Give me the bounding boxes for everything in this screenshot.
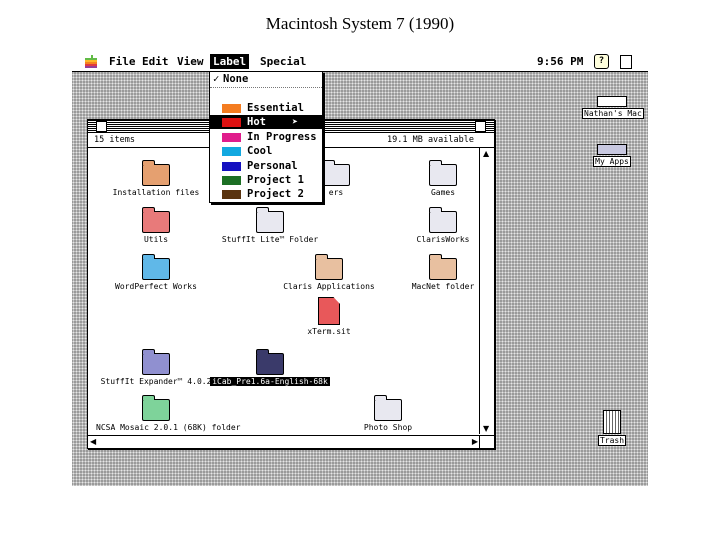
folder-icon [315,254,343,280]
finder-app-icon[interactable] [620,55,632,69]
label-menu-item-personal[interactable]: Personal [210,159,322,173]
desktop-icon-label: Trash [597,435,627,446]
label-menu-item-cool[interactable]: Cool [210,144,322,158]
label-menu-item-project-1[interactable]: Project 1 [210,173,322,187]
label-menu-item-in-progress[interactable]: In Progress [210,130,322,144]
folder-icon [142,160,170,186]
folder-stuffit-expander[interactable]: StuffIt Expander™ 4.0.2 [96,349,216,386]
menu-file[interactable]: File [106,54,139,69]
folder-icon [142,207,170,233]
menu-clock: 9:56 PM [537,55,584,68]
apple-icon[interactable] [85,55,97,68]
desktop-disk-my-apps[interactable]: My Apps [582,144,642,167]
menu-edit[interactable]: Edit [139,54,172,69]
cursor-arrow-icon: ➤ [292,117,299,128]
icon-label: StuffIt Lite™ Folder [221,235,319,244]
folder-icon [322,160,350,186]
icon-label: Photo Shop [363,423,413,432]
help-icon[interactable]: ? [594,54,609,69]
menu-item-label: Personal [247,160,298,172]
label-menu-item-hot[interactable]: Hot ➤ [210,115,322,129]
scroll-right-arrow-icon[interactable]: ▶ [472,437,478,446]
desktop-trash[interactable]: Trash [582,410,642,446]
folder-icon [256,349,284,375]
folder-icon [256,207,284,233]
hard-disk-icon [597,96,627,107]
color-swatch [222,162,241,171]
menu-item-label: None [223,73,249,85]
icon-label: iCab_Pre1.6a-English-68k [210,377,330,386]
folder-installation-files[interactable]: Installation files [96,160,216,197]
icon-label: Installation files [112,188,200,197]
menu-label[interactable]: Label [210,54,250,69]
color-swatch [222,133,241,142]
icon-label: xTerm.sit [307,327,351,336]
icon-label: WordPerfect Works [115,282,197,291]
color-swatch [222,118,241,127]
folder-claris-applications[interactable]: Claris Applications [269,254,389,291]
label-menu-item-project-2[interactable]: Project 2 [210,187,322,201]
trash-icon [603,410,621,434]
close-box[interactable] [96,121,107,132]
folder-icon [429,254,457,280]
folder-utils[interactable]: Utils [96,207,216,244]
icon-label: Claris Applications [283,282,375,291]
icon-label: Utils [143,235,169,244]
folder-stuffit-lite[interactable]: StuffIt Lite™ Folder [210,207,330,244]
color-swatch [222,176,241,185]
horizontal-scrollbar[interactable]: ◀ ▶ [88,435,480,448]
hard-disk-icon [597,144,627,155]
mac-screen: File Edit View Label Special 9:56 PM ? 1… [72,52,648,486]
desktop-icon-label: Nathan's Mac [582,108,644,119]
menu-item-label: Hot [247,116,266,128]
scroll-left-arrow-icon[interactable]: ◀ [90,437,96,446]
label-menu-item-none[interactable]: ✓ None [210,72,322,86]
menu-special[interactable]: Special [257,54,309,69]
checkmark-icon: ✓ [213,73,220,85]
menu-item-label: Essential [247,102,304,114]
folder-ncsa-mosaic[interactable]: NCSA Mosaic 2.0.1 (68K) folder [96,395,241,432]
folder-icab[interactable]: iCab_Pre1.6a-English-68k [210,349,330,386]
file-xterm-sit[interactable]: xTerm.sit [269,297,389,336]
grow-box[interactable] [479,435,494,448]
menu-bar: File Edit View Label Special 9:56 PM ? [72,52,648,72]
page-caption: Macintosh System 7 (1990) [265,14,455,33]
menu-divider [210,87,322,88]
color-swatch [222,147,241,156]
scroll-down-arrow-icon[interactable]: ▼ [483,424,489,433]
folder-icon [142,349,170,375]
scroll-up-arrow-icon[interactable]: ▲ [483,149,489,158]
menu-item-label: Project 1 [247,174,304,186]
folder-icon [142,254,170,280]
desktop-disk-nathans-mac[interactable]: Nathan's Mac [582,96,644,119]
folder-icon [142,395,170,421]
icon-label: NCSA Mosaic 2.0.1 (68K) folder [96,423,241,432]
menu-view[interactable]: View [174,54,207,69]
vertical-scrollbar[interactable]: ▲ ▼ [479,148,494,434]
zoom-box[interactable] [475,121,486,132]
color-swatch [222,190,241,199]
folder-icon [429,160,457,186]
label-menu-item-essential[interactable]: Essential [210,101,322,115]
disk-available: 19.1 MB available [387,135,474,145]
color-swatch [222,104,241,113]
document-icon [318,297,340,325]
desktop-icon-label: My Apps [593,156,631,167]
menu-item-label: In Progress [247,131,317,143]
label-menu: ✓ None Essential Hot ➤ In Progress Cool … [209,71,323,203]
folder-wordperfect-works[interactable]: WordPerfect Works [96,254,216,291]
menu-item-label: Project 2 [247,188,304,200]
folder-photo-shop[interactable]: Photo Shop [328,395,448,432]
folder-icon [429,207,457,233]
items-count: 15 items [94,135,135,145]
menu-item-label: Cool [247,145,273,157]
icon-label: StuffIt Expander™ 4.0.2 [100,377,212,386]
folder-icon [374,395,402,421]
